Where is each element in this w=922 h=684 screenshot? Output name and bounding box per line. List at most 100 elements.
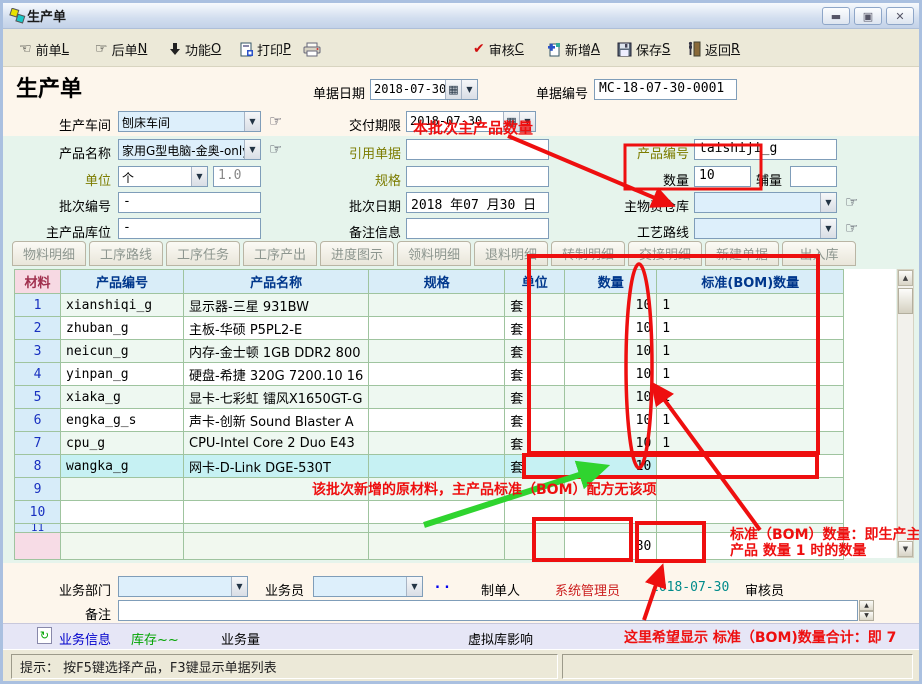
- spec-field[interactable]: [406, 166, 549, 187]
- name-cell[interactable]: 显示器-三星 931BW: [184, 294, 369, 317]
- title-bar[interactable]: 生产单: [3, 3, 919, 29]
- row-number-cell[interactable]: 6: [15, 409, 61, 432]
- hand-picker-icon[interactable]: ☞: [269, 142, 282, 157]
- code-cell[interactable]: [61, 524, 184, 533]
- audit-button[interactable]: ✔ 审核C: [469, 38, 528, 60]
- scrollbar-thumb[interactable]: [898, 288, 913, 314]
- col-header[interactable]: 材料: [15, 270, 61, 294]
- clerk-combo[interactable]: ▼: [313, 576, 423, 597]
- code-cell[interactable]: [61, 501, 184, 524]
- scroll-up-icon[interactable]: ▲: [898, 270, 913, 286]
- remark-info-field[interactable]: [406, 218, 549, 239]
- row-number-cell[interactable]: 8: [15, 455, 61, 478]
- name-cell[interactable]: 主板-华硕 P5PL2-E: [184, 317, 369, 340]
- col-header[interactable]: 规格: [369, 270, 505, 294]
- unit-cell[interactable]: 套: [505, 432, 565, 455]
- unit-cell[interactable]: 套: [505, 317, 565, 340]
- doc-date-field[interactable]: 2018-07-30 ▦ ▼: [370, 79, 478, 100]
- row-number-cell[interactable]: 5: [15, 386, 61, 409]
- qty-cell[interactable]: 10: [565, 340, 657, 363]
- dept-combo[interactable]: ▼: [118, 576, 248, 597]
- row-number-cell[interactable]: 1: [15, 294, 61, 317]
- name-cell[interactable]: [184, 501, 369, 524]
- chevron-down-icon[interactable]: ▼: [820, 193, 836, 212]
- row-number-cell[interactable]: 9: [15, 478, 61, 501]
- hand-picker-icon[interactable]: ☞: [269, 114, 282, 129]
- unit-cell[interactable]: 套: [505, 363, 565, 386]
- bom-cell[interactable]: 1: [657, 317, 844, 340]
- tab-process-route[interactable]: 工序路线: [89, 241, 163, 266]
- remark-field[interactable]: [118, 600, 858, 621]
- tab-handover-detail[interactable]: 交接明细: [628, 241, 702, 266]
- bom-cell[interactable]: 1: [657, 363, 844, 386]
- chevron-down-icon[interactable]: ▼: [231, 577, 247, 596]
- qty-cell[interactable]: 10: [565, 317, 657, 340]
- bom-cell[interactable]: [657, 501, 844, 524]
- product-code-field[interactable]: taishiji_g: [694, 139, 837, 160]
- spec-cell[interactable]: [369, 386, 505, 409]
- col-header[interactable]: 标准(BOM)数量: [657, 270, 844, 294]
- minimize-button[interactable]: ▬: [822, 7, 850, 25]
- row-number-cell[interactable]: 7: [15, 432, 61, 455]
- batch-no-field[interactable]: -: [118, 192, 261, 213]
- vertical-scrollbar[interactable]: ▲ ▼: [897, 269, 914, 558]
- tab-material-detail[interactable]: 物料明细: [12, 241, 86, 266]
- ref-doc-field[interactable]: [406, 139, 549, 160]
- row-number-cell[interactable]: 11: [15, 524, 61, 533]
- tab-return-detail[interactable]: 退料明细: [474, 241, 548, 266]
- spec-cell[interactable]: [369, 455, 505, 478]
- prev-doc-button[interactable]: ☜ 前单L: [15, 38, 73, 60]
- bom-cell[interactable]: [657, 478, 844, 501]
- hand-picker-icon[interactable]: ☞: [845, 195, 858, 210]
- qty-cell[interactable]: [565, 524, 657, 533]
- unit-cell[interactable]: [505, 501, 565, 524]
- remark-spinner[interactable]: ▲ ▼: [859, 600, 874, 621]
- qty-cell[interactable]: 10: [565, 386, 657, 409]
- qty-cell[interactable]: 10: [565, 294, 657, 317]
- qty-cell[interactable]: [565, 501, 657, 524]
- spec-cell[interactable]: [369, 294, 505, 317]
- col-header[interactable]: 产品名称: [184, 270, 369, 294]
- print-button[interactable]: 打印P: [235, 38, 295, 60]
- bom-cell[interactable]: 1: [657, 386, 844, 409]
- col-header[interactable]: 单位: [505, 270, 565, 294]
- printer-button[interactable]: [299, 38, 325, 60]
- spec-cell[interactable]: [369, 340, 505, 363]
- name-cell[interactable]: CPU-Intel Core 2 Duo E43: [184, 432, 369, 455]
- hand-picker-icon[interactable]: ☞: [845, 221, 858, 236]
- code-cell[interactable]: engka_g_s: [61, 409, 184, 432]
- unit-cell[interactable]: [505, 524, 565, 533]
- unit-cell[interactable]: 套: [505, 409, 565, 432]
- qty-cell[interactable]: 10: [565, 432, 657, 455]
- bom-cell[interactable]: 1: [657, 432, 844, 455]
- code-cell[interactable]: [61, 478, 184, 501]
- main-warehouse-combo[interactable]: ▼: [694, 192, 837, 213]
- product-name-combo[interactable]: 家用G型电脑-金奥-only ▼: [118, 139, 261, 160]
- spec-cell[interactable]: [369, 501, 505, 524]
- spec-cell[interactable]: [369, 317, 505, 340]
- code-cell[interactable]: wangka_g: [61, 455, 184, 478]
- unit-combo[interactable]: 个 ▼: [118, 166, 208, 187]
- tab-picking-detail[interactable]: 领料明细: [397, 241, 471, 266]
- col-header[interactable]: 产品编号: [61, 270, 184, 294]
- function-button[interactable]: 功能O: [165, 38, 225, 60]
- chevron-down-icon[interactable]: ▼: [191, 167, 207, 186]
- workshop-combo[interactable]: 刨床车间 ▼: [118, 111, 261, 132]
- chevron-down-icon[interactable]: ▼: [244, 112, 260, 131]
- code-cell[interactable]: xianshiqi_g: [61, 294, 184, 317]
- code-cell[interactable]: xiaka_g: [61, 386, 184, 409]
- name-cell[interactable]: 内存-金士顿 1GB DDR2 800: [184, 340, 369, 363]
- qty-cell[interactable]: 10: [565, 363, 657, 386]
- col-header[interactable]: 数量: [565, 270, 657, 294]
- code-cell[interactable]: cpu_g: [61, 432, 184, 455]
- doc-no-field[interactable]: MC-18-07-30-0001: [594, 79, 737, 100]
- spec-cell[interactable]: [369, 432, 505, 455]
- tab-progress-chart[interactable]: 进度图示: [320, 241, 394, 266]
- bom-cell[interactable]: 1: [657, 294, 844, 317]
- name-cell[interactable]: 网卡-D-Link DGE-530T: [184, 455, 369, 478]
- route-combo[interactable]: ▼: [694, 218, 837, 239]
- bom-cell[interactable]: 1: [657, 409, 844, 432]
- row-number-cell[interactable]: 3: [15, 340, 61, 363]
- spin-down-icon[interactable]: ▼: [859, 611, 874, 622]
- biz-info-link[interactable]: 业务信息: [59, 629, 111, 648]
